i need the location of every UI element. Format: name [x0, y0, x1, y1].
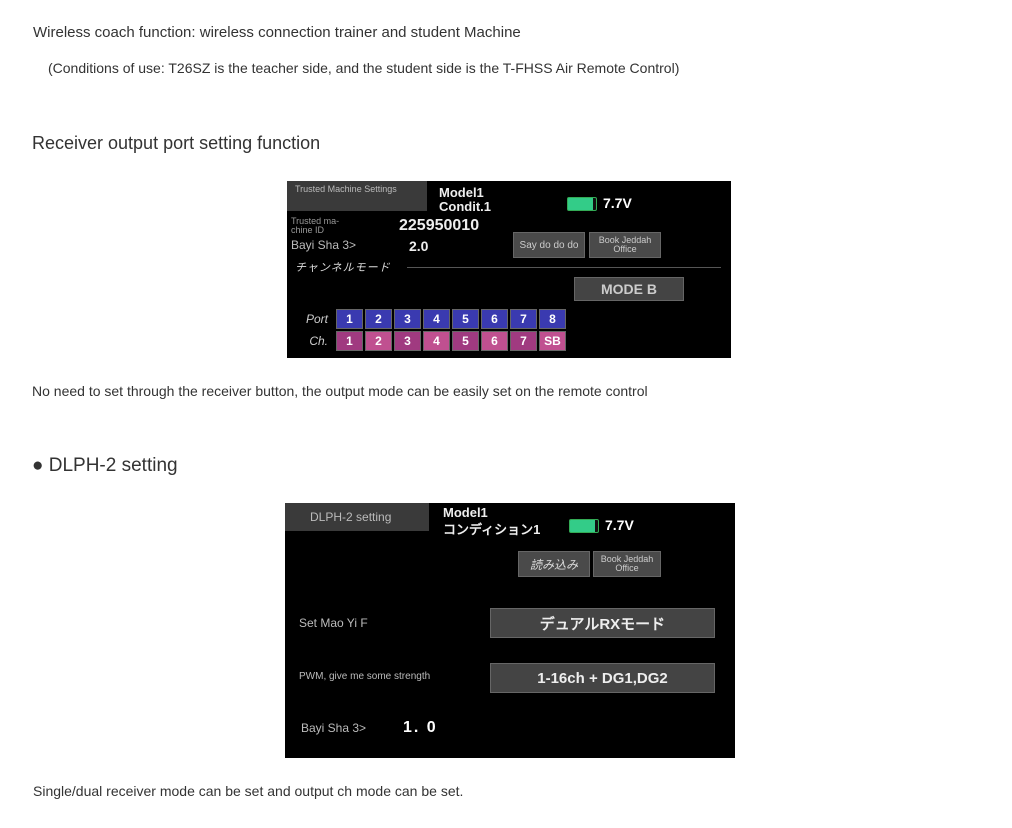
paragraph-wireless-coach: Wireless coach function: wireless connec…	[33, 24, 521, 41]
screen1-tab[interactable]: Trusted Machine Settings	[287, 181, 427, 211]
pwm-label: PWM, give me some strength	[299, 671, 430, 682]
screen2-model-name: Model1	[443, 505, 488, 520]
port-cell[interactable]: 8	[539, 309, 566, 329]
version-label: Bayi Sha 3>	[301, 721, 366, 735]
ch-cell[interactable]: 2	[365, 331, 392, 351]
port-cell[interactable]: 7	[510, 309, 537, 329]
ch-cell[interactable]: 7	[510, 331, 537, 351]
version-label: Bayi Sha 3>	[291, 238, 356, 252]
write-button[interactable]: Book Jeddah Office	[593, 551, 661, 577]
heading-receiver-output: Receiver output port setting function	[32, 133, 320, 154]
dlph2-screenshot: DLPH-2 setting Model1 コンディション1 7.7V 読み込み…	[285, 503, 735, 758]
dual-rx-mode-button[interactable]: デュアルRXモード	[490, 608, 715, 638]
port-cell[interactable]: 3	[394, 309, 421, 329]
ch-cell[interactable]: SB	[539, 331, 566, 351]
screen2-condition: コンディション1	[443, 519, 540, 538]
ch-cell[interactable]: 1	[336, 331, 363, 351]
battery-icon	[567, 197, 597, 211]
version-value: 1. 0	[403, 719, 438, 737]
port-cell[interactable]: 4	[423, 309, 450, 329]
ch-cell[interactable]: 5	[452, 331, 479, 351]
ch-row-label: Ch.	[292, 331, 334, 351]
port-channel-table: Port 1 2 3 4 5 6 7 8 Ch. 1 2 3 4 5 6 7 S…	[290, 307, 568, 353]
port-cell[interactable]: 1	[336, 309, 363, 329]
channel-mode-section-label: チャンネルモード	[295, 259, 391, 275]
channel-range-button[interactable]: 1-16ch + DG1,DG2	[490, 663, 715, 693]
heading-dlph2: ● DLPH-2 setting	[32, 455, 178, 477]
machine-id-value: 225950010	[399, 217, 479, 235]
battery-icon	[569, 519, 599, 533]
read-button[interactable]: Say do do do	[513, 232, 585, 258]
screen2-voltage: 7.7V	[605, 517, 634, 533]
machine-id-label: Trusted ma-chine ID	[291, 217, 339, 235]
port-cell[interactable]: 2	[365, 309, 392, 329]
ch-cell[interactable]: 3	[394, 331, 421, 351]
screen1-model-name: Model1	[439, 185, 484, 200]
read-button[interactable]: 読み込み	[518, 551, 590, 577]
ch-cell[interactable]: 6	[481, 331, 508, 351]
paragraph-no-need-set: No need to set through the receiver butt…	[32, 383, 648, 399]
paragraph-conditions: (Conditions of use: T26SZ is the teacher…	[48, 60, 679, 76]
mode-button[interactable]: MODE B	[574, 277, 684, 301]
version-value: 2.0	[409, 238, 428, 254]
screen1-voltage: 7.7V	[603, 195, 632, 211]
ch-cell[interactable]: 4	[423, 331, 450, 351]
port-cell[interactable]: 6	[481, 309, 508, 329]
paragraph-single-dual: Single/dual receiver mode can be set and…	[33, 783, 463, 799]
port-row-label: Port	[292, 309, 334, 329]
receiver-output-screenshot: Trusted Machine Settings Model1 Condit.1…	[287, 181, 731, 358]
port-cell[interactable]: 5	[452, 309, 479, 329]
screen2-tab[interactable]: DLPH-2 setting	[285, 503, 429, 531]
write-button[interactable]: Book Jeddah Office	[589, 232, 661, 258]
set-mode-label: Set Mao Yi F	[299, 616, 368, 630]
divider	[407, 267, 721, 268]
